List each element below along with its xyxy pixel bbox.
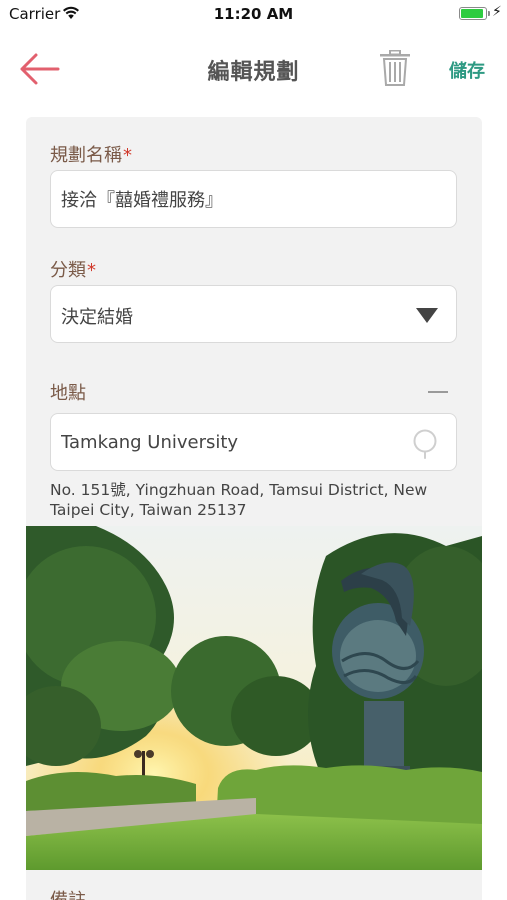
clock: 11:20 AM (213, 5, 294, 23)
location-input[interactable] (51, 414, 456, 470)
battery-level (461, 9, 483, 18)
required-mark: * (87, 260, 96, 281)
nav-bar: 編輯規劃 儲存 (0, 28, 507, 108)
category-label: 分類* (50, 256, 96, 282)
location-photo (26, 526, 482, 870)
required-mark: * (123, 145, 132, 166)
status-bar: Carrier 11:20 AM ⚡ (0, 0, 507, 28)
battery-icon (459, 7, 490, 20)
location-field[interactable] (50, 413, 457, 471)
save-button[interactable]: 儲存 (449, 57, 485, 83)
plan-name-input[interactable] (51, 171, 456, 227)
category-select[interactable]: 決定結婚 (50, 285, 457, 343)
charging-icon: ⚡ (492, 4, 502, 20)
trash-icon[interactable] (378, 50, 412, 86)
name-label: 規劃名稱* (50, 141, 132, 167)
category-label-text: 分類 (50, 260, 86, 281)
category-value: 決定結婚 (61, 307, 133, 328)
plan-name-field[interactable] (50, 170, 457, 228)
location-address: No. 151號, Yingzhuan Road, Tamsui Distric… (50, 481, 428, 519)
name-label-text: 規劃名稱 (50, 145, 122, 166)
triangle-down-icon[interactable] (416, 308, 438, 323)
location-label: 地點 (50, 383, 86, 404)
map-pin-icon[interactable] (412, 429, 438, 459)
page-title: 編輯規劃 (207, 60, 300, 85)
minus-icon[interactable] (428, 391, 448, 393)
notes-label: 備註 (50, 888, 86, 900)
